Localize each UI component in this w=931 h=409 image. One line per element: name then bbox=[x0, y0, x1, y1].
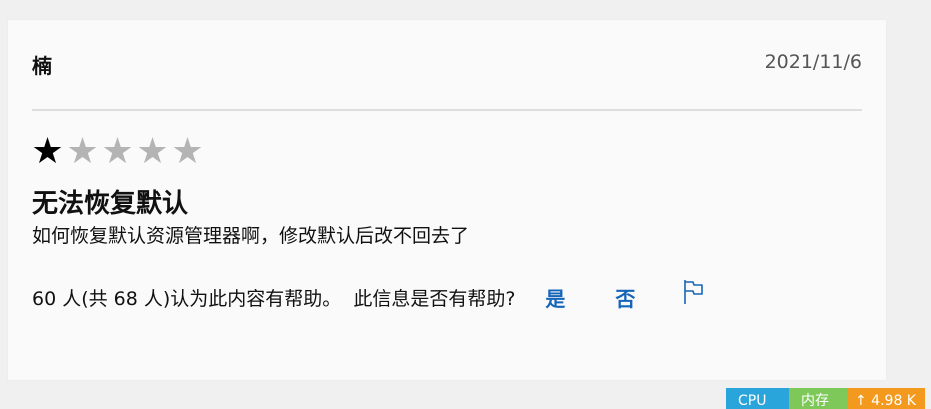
star-empty-icon: ★ bbox=[101, 131, 134, 172]
helpful-count: 60 人(共 68 人)认为此内容有帮助。 bbox=[32, 288, 342, 310]
page: 楠 2021/11/6 ★ ★ ★ ★ ★ 无法恢复默认 如何恢复默认资源管理器啊，修改… bbox=[0, 0, 931, 409]
reviewer-name: 楠 bbox=[32, 54, 52, 78]
helpful-question: 此信息是否有帮助? bbox=[353, 288, 516, 310]
star-empty-icon: ★ bbox=[171, 131, 204, 172]
review-body: 如何恢复默认资源管理器啊，修改默认后改不回去了 bbox=[32, 225, 470, 247]
vote-yes-button[interactable]: 是 bbox=[545, 283, 565, 312]
star-filled-icon: ★ bbox=[31, 131, 64, 172]
review-title: 无法恢复默认 bbox=[32, 189, 189, 219]
review-card: 楠 2021/11/6 ★ ★ ★ ★ ★ 无法恢复默认 如何恢复默认资源管理器啊，修改… bbox=[8, 20, 886, 380]
star-rating: ★ ★ ★ ★ ★ bbox=[30, 132, 205, 172]
review-date: 2021/11/6 bbox=[764, 51, 862, 73]
vote-no-button[interactable]: 否 bbox=[615, 283, 635, 312]
star-empty-icon: ★ bbox=[66, 131, 99, 172]
report-button[interactable] bbox=[681, 278, 705, 306]
helpful-row: 60 人(共 68 人)认为此内容有帮助。 此信息是否有帮助? 是 否 bbox=[32, 279, 705, 312]
flag-icon bbox=[684, 279, 704, 304]
memory-indicator[interactable]: 内存 bbox=[789, 388, 847, 409]
cpu-indicator[interactable]: CPU bbox=[726, 388, 789, 409]
divider bbox=[32, 109, 862, 111]
star-empty-icon: ★ bbox=[136, 131, 169, 172]
network-indicator[interactable]: ↑ 4.98 K bbox=[847, 388, 925, 409]
system-monitor-bar: CPU 内存 ↑ 4.98 K bbox=[726, 388, 925, 409]
